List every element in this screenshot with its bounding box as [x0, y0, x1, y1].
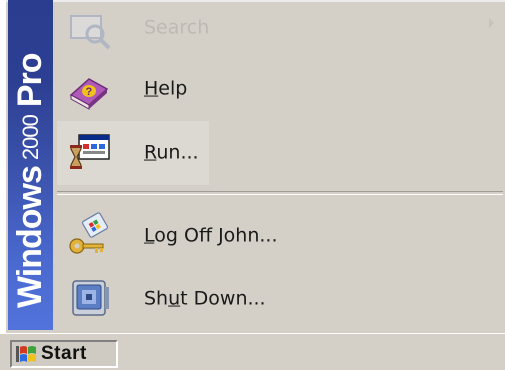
banner-brand: Windows [11, 166, 49, 308]
menu-item-label: Log Off John... [144, 224, 278, 247]
log-off-key-icon [69, 212, 109, 254]
menu-item-shut-down[interactable]: Shut Down... [57, 267, 504, 331]
search-icon [70, 15, 111, 50]
svg-text:?: ? [86, 86, 93, 98]
start-label: Start [41, 343, 87, 364]
taskbar: Start [0, 333, 505, 370]
start-button[interactable]: Start [10, 340, 118, 368]
submenu-arrow-icon [489, 18, 494, 28]
menu-item-log-off[interactable]: Log Off John... [57, 204, 504, 268]
help-book-icon: ? [69, 78, 109, 110]
screen: Windows 2000 Pro Search ? Help Run... Lo… [0, 0, 505, 370]
menu-item-label: Search [144, 16, 210, 39]
menu-item-label: Shut Down... [144, 287, 266, 310]
banner-version: 2000 [17, 115, 43, 161]
banner-edition: Pro [11, 53, 49, 108]
menu-item-label: Help [144, 77, 188, 100]
menu-item-help[interactable]: ? Help [57, 57, 504, 121]
menu-item-run[interactable]: Run... [57, 121, 209, 185]
run-icon [70, 134, 110, 169]
banner-text: Windows 2000 Pro [8, 0, 53, 330]
start-menu-banner: Windows 2000 Pro [8, 0, 53, 330]
windows-flag-icon [16, 346, 36, 362]
shut-down-icon [72, 280, 109, 316]
menu-item-search[interactable]: Search [57, 0, 504, 60]
menu-separator [57, 191, 503, 195]
menu-item-label: Run... [144, 141, 199, 164]
